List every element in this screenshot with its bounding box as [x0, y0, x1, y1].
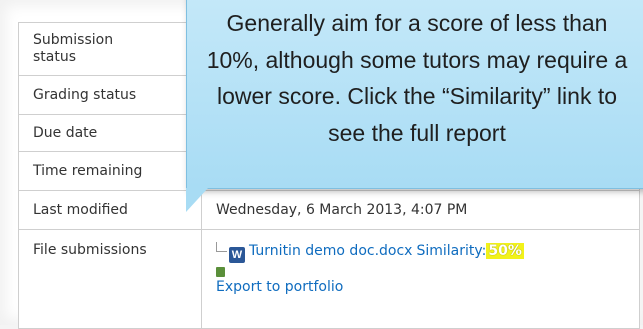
- file-submissions-label: File submissions: [18, 229, 202, 329]
- table-row: Last modified Wednesday, 6 March 2013, 4…: [18, 190, 640, 230]
- last-modified-label: Last modified: [18, 190, 202, 230]
- word-doc-icon: W: [229, 247, 245, 263]
- similarity-link[interactable]: Similarity:: [416, 243, 486, 259]
- file-submissions-value: W Turnitin demo doc.docx Similarity: 50% Ex…: [201, 229, 640, 329]
- file-link[interactable]: Turnitin demo doc.docx: [249, 243, 412, 259]
- callout-tooltip: Generally aim for a score of less than 1…: [186, 0, 643, 189]
- tree-branch-icon: [216, 242, 227, 252]
- similarity-score-badge[interactable]: 50%: [486, 243, 524, 259]
- export-to-portfolio-link[interactable]: Export to portfolio: [216, 279, 343, 295]
- grading-status-label: Grading status: [18, 75, 202, 115]
- callout-text: Generally aim for a score of less than 1…: [206, 10, 628, 146]
- last-modified-value: Wednesday, 6 March 2013, 4:07 PM: [201, 190, 640, 230]
- turnitin-report-icon: [216, 267, 225, 277]
- submission-status-label: Submission status: [18, 22, 202, 76]
- table-row: File submissions W Turnitin demo doc.docx…: [18, 229, 640, 329]
- due-date-label: Due date: [18, 114, 202, 152]
- callout-pointer: [186, 188, 208, 212]
- time-remaining-label: Time remaining: [18, 151, 202, 191]
- file-entry: W Turnitin demo doc.docx Similarity: 50%: [216, 242, 639, 263]
